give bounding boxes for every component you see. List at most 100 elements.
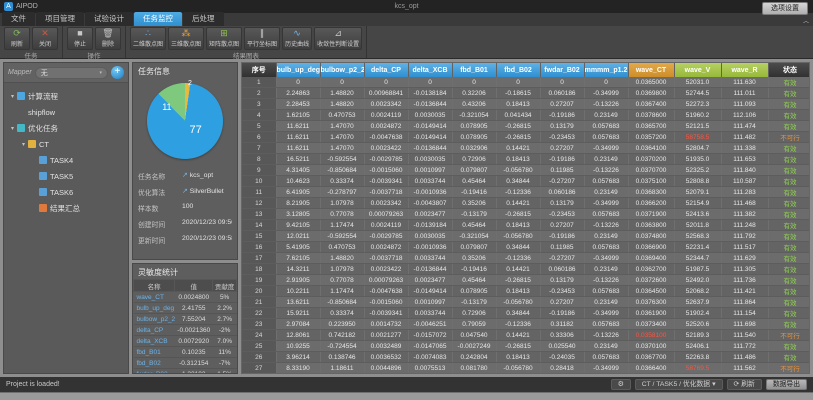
table-row[interactable]: 1512.0211-0.592554-0.00297850.0030035-0.…	[242, 231, 810, 242]
table-row[interactable]: 278.331901.186110.00448960.00755130.0817…	[242, 363, 810, 374]
options-button[interactable]: 选项设置	[762, 2, 808, 15]
ribbon-button-parallel[interactable]: ∥平行坐标图	[244, 27, 280, 50]
column-header-fbd_B01[interactable]: fbd_B01	[452, 63, 496, 77]
statusbar-button-settings[interactable]: ⚙	[611, 379, 631, 390]
sensitivity-row[interactable]: delta_CP-0.0021360-2%	[134, 325, 237, 336]
table-row[interactable]: 281.917631.431250.00147350.00614263.1093…	[242, 374, 810, 375]
ribbon-button-scatter2d[interactable]: ∴二维散点图	[130, 27, 166, 50]
table-row[interactable]: 192.919050.770780.000792630.00234770.454…	[242, 275, 810, 286]
ribbon-collapse-icon[interactable]: ︿	[803, 16, 809, 25]
ribbon-button-close[interactable]: ✕关闭	[32, 27, 58, 50]
column-header-wave_R[interactable]: wave_R	[721, 63, 768, 77]
table-row[interactable]: 1814.32111.079780.0023422-0.0136844-0.19…	[242, 264, 810, 275]
cell-bulbow_p2_2: 0.77078	[320, 275, 364, 286]
tab-post[interactable]: 后处理	[183, 12, 224, 26]
ribbon-button-history[interactable]: ∿历史曲线	[282, 27, 312, 50]
column-header-no[interactable]: 序号	[242, 63, 276, 77]
tree-item-TASK4[interactable]: TASK4	[4, 152, 128, 168]
sens-name-link[interactable]: bulb_up_deg	[134, 303, 175, 314]
ribbon-button-scatter3d[interactable]: ⁂三维散点图	[168, 27, 204, 50]
sensitivity-row[interactable]: fwdar_B021.231031.5%	[134, 369, 237, 375]
tree-item-shipflow[interactable]: shipflow	[4, 104, 128, 120]
sensitivity-row[interactable]: fbd_B02-0.312154-7%	[134, 358, 237, 369]
sens-name-link[interactable]: fbd_B01	[134, 347, 175, 358]
sensitivity-row[interactable]: fbd_B010.1023511%	[134, 347, 237, 358]
table-row[interactable]: 2412.80610.7421820.0021277-0.01570720.04…	[242, 330, 810, 341]
column-header-delta_CP[interactable]: delta_CP	[364, 63, 408, 77]
tree-item-TASK5[interactable]: TASK5	[4, 168, 128, 184]
tree-item-优化任务[interactable]: ▾优化任务	[4, 120, 128, 136]
column-header-wave_V[interactable]: wave_V	[674, 63, 721, 77]
sens-name-link[interactable]: fwdar_B02	[134, 369, 175, 375]
sens-name-link[interactable]: fbd_B02	[134, 358, 175, 369]
table-row[interactable]: 816.5211-0.592554-0.00297850.00300350.72…	[242, 154, 810, 165]
ribbon-button-stop[interactable]: ■停止	[67, 27, 93, 50]
table-row[interactable]: 2510.9255-0.7245540.0032489-0.0147065-0.…	[242, 341, 810, 352]
ribbon-button-delete[interactable]: 🗑删除	[95, 27, 121, 50]
table-row[interactable]: 177.621051.48820-0.00377180.00337440.352…	[242, 253, 810, 264]
tab-project[interactable]: 项目管理	[36, 12, 84, 26]
column-header-bulb_up_deg[interactable]: bulb_up_deg	[276, 63, 320, 77]
column-header-delta_XCB[interactable]: delta_XCB	[408, 63, 452, 77]
table-row[interactable]: 232.970840.2239500.0014732-0.00462510.79…	[242, 319, 810, 330]
matrix-plot-icon: ⊞	[220, 29, 228, 38]
sensitivity-row[interactable]: wave_CT0.00248005%	[134, 292, 237, 303]
table-row[interactable]: 1000000000.036500052031.0111.630有效	[242, 77, 810, 88]
table-row[interactable]: 165.419050.4707530.0024872-0.00109360.07…	[242, 242, 810, 253]
tab-doe[interactable]: 试验设计	[85, 12, 133, 26]
table-row[interactable]: 116.41905-0.278797-0.0037718-0.0010936-0…	[242, 187, 810, 198]
table-row[interactable]: 2113.6211-0.850684-0.00150600.0010997-0.…	[242, 297, 810, 308]
column-header-fbd_B02[interactable]: fbd_B02	[496, 63, 540, 77]
table-row[interactable]: 32.284531.488200.0023342-0.01368440.4320…	[242, 99, 810, 110]
table-row[interactable]: 128.219051.079780.0023342-0.00438070.352…	[242, 198, 810, 209]
tree-item-CT[interactable]: ▾CT	[4, 136, 128, 152]
expander-icon[interactable]: ▾	[8, 93, 17, 100]
column-header-wave_CT[interactable]: wave_CT	[628, 63, 674, 77]
table-row[interactable]: 711.62111.470700.0023422-0.01368440.0329…	[242, 143, 810, 154]
ribbon-button-refresh[interactable]: ⟳刷新	[4, 27, 30, 50]
tab-file[interactable]: 文件	[2, 12, 35, 26]
table-row[interactable]: 2215.92110.33374-0.00393410.00337440.729…	[242, 308, 810, 319]
info-field-value[interactable]: ↗kcs_opt	[182, 171, 232, 181]
table-row[interactable]: 94.31405-0.850684-0.00150600.00109970.07…	[242, 165, 810, 176]
sensitivity-row[interactable]: bulbow_p2_27.552042.7%	[134, 314, 237, 325]
row-index: 24	[242, 330, 276, 341]
tree-item-计算流程[interactable]: ▾计算流程	[4, 88, 128, 104]
tree-item-TASK6[interactable]: TASK6	[4, 184, 128, 200]
ribbon-button-matrix[interactable]: ⊞矩阵散点图	[206, 27, 242, 50]
sens-name-link[interactable]: bulbow_p2_2	[134, 314, 175, 325]
table-row[interactable]: 1010.46230.33374-0.00393410.00337440.454…	[242, 176, 810, 187]
ribbon-button-convergence[interactable]: ⊿收敛性判断设置	[314, 27, 362, 50]
table-row[interactable]: 149.421051.174740.0024119-0.01391840.454…	[242, 220, 810, 231]
table-row[interactable]: 2010.22111.17474-0.0047638-0.01494140.07…	[242, 286, 810, 297]
parallel-plot-icon: ∥	[260, 29, 265, 38]
expander-icon[interactable]: ▾	[8, 125, 17, 132]
tab-monitor[interactable]: 任务监控	[134, 12, 182, 26]
column-header-mmmm_p1_2[interactable]: mmmm_p1.2	[584, 63, 628, 77]
column-header-status[interactable]: 状态	[768, 63, 810, 77]
expander-icon[interactable]: ▾	[19, 141, 28, 148]
sensitivity-row[interactable]: delta_XCB0.00729207.0%	[134, 336, 237, 347]
cell-delta_CP: 0.0024872	[364, 242, 408, 253]
statusbar-button-export[interactable]: 数据导出	[766, 379, 807, 390]
table-row[interactable]: 41.621050.4707530.00241190.0030035-0.321…	[242, 110, 810, 121]
table-row[interactable]: 263.962140.1387460.0036532-0.00740830.24…	[242, 352, 810, 363]
cell-wave_V: 58769.5	[674, 363, 721, 374]
sens-name-link[interactable]: wave_CT	[134, 292, 175, 303]
sens-name-link[interactable]: delta_XCB	[134, 336, 175, 347]
statusbar-button-refresh[interactable]: ⟳刷新	[727, 379, 762, 390]
sens-name-link[interactable]: delta_CP	[134, 325, 175, 336]
table-row[interactable]: 511.62111.470700.0024872-0.01494140.0789…	[242, 121, 810, 132]
cell-bulbow_p2_2: 0.33374	[320, 176, 364, 187]
statusbar-button-scope[interactable]: CT / TASK5 / 优化数据▾	[635, 379, 723, 390]
table-row[interactable]: 611.62111.47070-0.0047638-0.01494140.078…	[242, 132, 810, 143]
column-header-bulbow_p2_2[interactable]: bulbow_p2_2	[320, 63, 364, 77]
tree-item-结果汇总[interactable]: 结果汇总	[4, 200, 128, 216]
table-row[interactable]: 22.248631.488200.00968841-0.01381840.322…	[242, 88, 810, 99]
table-row[interactable]: 133.128050.770780.000792630.0023477-0.13…	[242, 209, 810, 220]
sensitivity-row[interactable]: bulb_up_deg2.417552.2%	[134, 303, 237, 314]
tree-filter-select[interactable]: 无 ▾	[35, 67, 108, 79]
column-header-fwdar_B02[interactable]: fwdar_B02	[540, 63, 584, 77]
add-task-button[interactable]: +	[111, 66, 124, 79]
info-field-value[interactable]: ↗SilverBullet	[182, 187, 232, 197]
